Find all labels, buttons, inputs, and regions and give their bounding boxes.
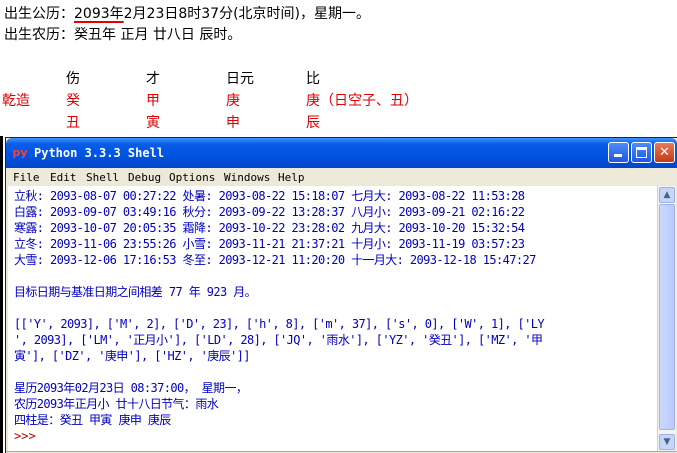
scroll-down-button[interactable]: ▼ <box>659 434 675 450</box>
arrow-down-icon: ▼ <box>663 437 671 447</box>
pillar-row-label: 乾造 <box>2 93 30 109</box>
pillar-header-2: 才 <box>146 71 160 87</box>
shell-line: 目标日期与基准日期之间相差 77 年 923 月。 <box>14 285 257 299</box>
pillar-branch-4: 辰 <box>306 115 320 131</box>
shell-line: 四柱是：癸丑 甲寅 庚申 庚辰 <box>14 413 171 427</box>
maximize-icon <box>636 147 647 158</box>
menu-options[interactable]: Options <box>169 170 215 185</box>
menu-windows[interactable]: Windows <box>224 170 270 185</box>
pillar-stem-3: 庚 <box>226 93 240 109</box>
solar-birth-rest: 2月23日8时37分(北京时间)，星期一。 <box>123 6 371 22</box>
menu-help[interactable]: Help <box>278 170 305 185</box>
solar-birth-line: 出生公历：2093年2月23日8时37分(北京时间)，星期一。 <box>4 5 370 23</box>
menu-file[interactable]: File <box>13 170 40 185</box>
minimize-button[interactable] <box>608 142 629 163</box>
menu-bar: File Edit Shell Debug Options Windows He… <box>6 169 677 186</box>
arrow-up-icon: ▲ <box>663 190 671 200</box>
shell-line: 大雪: 2093-12-06 17:16:53 冬至: 2093-12-21 1… <box>14 253 536 267</box>
python-app-icon[interactable]: py <box>12 146 28 160</box>
solar-birth-label: 出生公历： <box>4 6 74 22</box>
solar-birth-year: 2093年 <box>74 6 124 22</box>
shell-prompt[interactable]: >>> <box>14 428 36 444</box>
document-edge <box>0 136 3 453</box>
shell-line: 白露: 2093-09-07 03:49:16 秋分: 2093-09-22 1… <box>14 205 525 219</box>
pillar-stem-4: 庚（日空子、丑） <box>306 93 418 109</box>
close-button[interactable]: ✕ <box>654 142 675 163</box>
pillar-branch-3: 申 <box>226 115 240 131</box>
shell-line: 农历2093年正月小 廿十八日节气：雨水 <box>14 397 219 411</box>
shell-line: ', 2093], ['LM', '正月小'], ['LD', 28], ['J… <box>14 333 543 347</box>
shell-line: [['Y', 2093], ['M', 2], ['D', 23], ['h',… <box>14 317 545 331</box>
close-icon: ✕ <box>659 145 670 160</box>
menu-shell[interactable]: Shell <box>86 170 119 185</box>
shell-line: 寒露: 2093-10-07 20:05:35 霜降: 2093-10-22 2… <box>14 221 525 235</box>
scroll-up-button[interactable]: ▲ <box>659 187 675 203</box>
pillar-header-4: 比 <box>306 71 320 87</box>
window-titlebar[interactable]: py Python 3.3.3 Shell ✕ <box>6 138 677 168</box>
shell-line: 立秋: 2093-08-07 00:27:22 处暑: 2093-08-22 1… <box>14 189 525 203</box>
pillar-stem-2: 甲 <box>146 93 160 109</box>
shell-line: 星历2093年02月23日 08:37:00， 星期一， <box>14 381 248 395</box>
menu-edit[interactable]: Edit <box>50 170 77 185</box>
vertical-scrollbar[interactable]: ▲ ▼ <box>657 186 676 451</box>
pillar-branch-2: 寅 <box>146 115 160 131</box>
pillar-stem-1: 癸 <box>66 93 80 109</box>
scrollbar-thumb[interactable] <box>659 204 675 430</box>
shell-line: 寅'], ['DZ', '庚申'], ['HZ', '庚辰']] <box>14 349 250 363</box>
shell-output-area[interactable]: 立秋: 2093-08-07 00:27:22 处暑: 2093-08-22 1… <box>8 186 657 451</box>
window-title: Python 3.3.3 Shell <box>34 146 165 160</box>
lunar-birth-line: 出生农历：癸丑年 正月 廿八日 辰时。 <box>4 27 242 43</box>
python-shell-window[interactable]: py Python 3.3.3 Shell ✕ File Edit Shell … <box>5 137 677 453</box>
maximize-button[interactable] <box>631 142 652 163</box>
pillar-branch-1: 丑 <box>66 115 80 131</box>
pillar-header-1: 伤 <box>66 71 80 87</box>
menu-debug[interactable]: Debug <box>128 170 161 185</box>
shell-line: 立冬: 2093-11-06 23:55:26 小雪: 2093-11-21 2… <box>14 237 525 251</box>
minimize-icon <box>614 154 622 157</box>
pillar-header-3: 日元 <box>226 71 254 87</box>
